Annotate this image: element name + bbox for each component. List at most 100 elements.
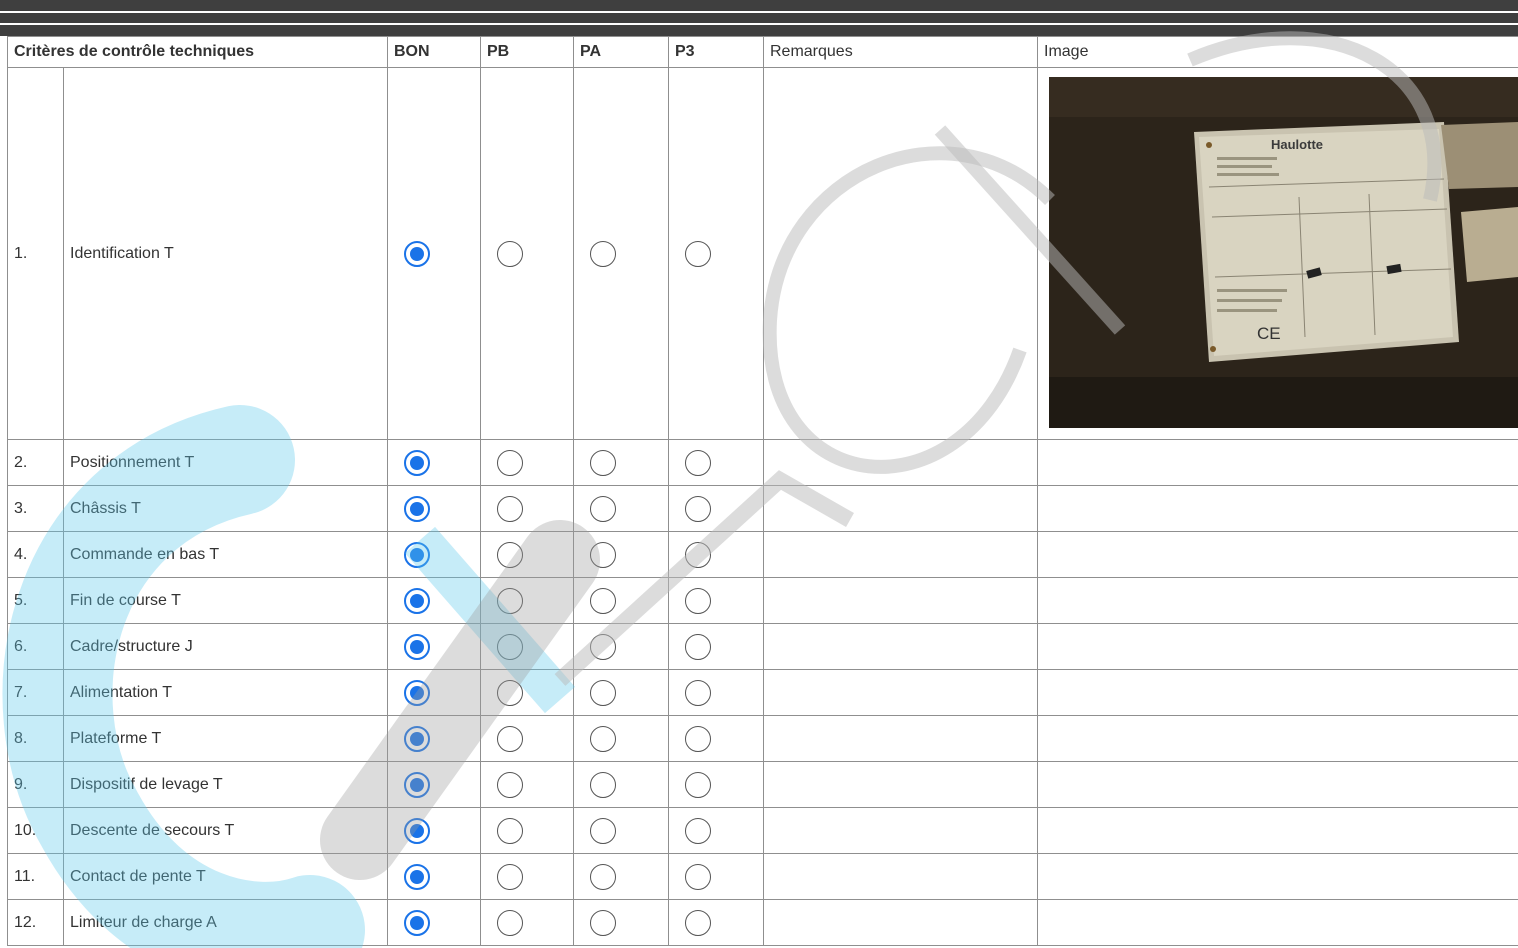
radio-bon[interactable]: [404, 633, 430, 660]
image-cell: [1037, 807, 1518, 854]
cell-pa: [573, 899, 669, 946]
radio-pa[interactable]: [590, 633, 616, 660]
radio-bon[interactable]: [404, 725, 430, 752]
radio-pb[interactable]: [497, 771, 523, 798]
remarks-cell[interactable]: [763, 577, 1038, 624]
radio-p3[interactable]: [685, 240, 711, 267]
radio-bon[interactable]: [404, 771, 430, 798]
cell-bon: [387, 853, 481, 900]
radio-pa[interactable]: [590, 817, 616, 844]
radio-pa[interactable]: [590, 771, 616, 798]
row-number: 7.: [7, 669, 64, 716]
image-cell: [1037, 715, 1518, 762]
remarks-cell[interactable]: [763, 853, 1038, 900]
remarks-cell[interactable]: [763, 715, 1038, 762]
radio-p3[interactable]: [685, 863, 711, 890]
radio-pa[interactable]: [590, 541, 616, 568]
cell-p3: [668, 669, 764, 716]
radio-p3[interactable]: [685, 909, 711, 936]
radio-bon[interactable]: [404, 240, 430, 267]
remarks-cell[interactable]: [763, 485, 1038, 532]
radio-p3[interactable]: [685, 679, 711, 706]
cell-bon: [387, 67, 481, 440]
radio-pa[interactable]: [590, 240, 616, 267]
radio-p3[interactable]: [685, 587, 711, 614]
radio-pb[interactable]: [497, 495, 523, 522]
radio-p3[interactable]: [685, 541, 711, 568]
row-number: 3.: [7, 485, 64, 532]
table-row: 5. Fin de course T: [7, 577, 1518, 624]
radio-bon[interactable]: [404, 817, 430, 844]
radio-p3[interactable]: [685, 817, 711, 844]
radio-bon[interactable]: [404, 587, 430, 614]
cell-bon: [387, 485, 481, 532]
remarks-cell[interactable]: [763, 439, 1038, 486]
radio-pb[interactable]: [497, 909, 523, 936]
radio-pb[interactable]: [497, 817, 523, 844]
cell-pb: [480, 577, 574, 624]
radio-pa[interactable]: [590, 679, 616, 706]
cell-pa: [573, 761, 669, 808]
cell-pa: [573, 715, 669, 762]
cell-bon: [387, 623, 481, 670]
criterion-label: Identification T: [63, 67, 388, 440]
radio-pb[interactable]: [497, 449, 523, 476]
radio-pb[interactable]: [497, 541, 523, 568]
radio-pb[interactable]: [497, 633, 523, 660]
cell-pb: [480, 485, 574, 532]
table-row: 2. Positionnement T: [7, 439, 1518, 486]
criterion-label: Limiteur de charge A: [63, 899, 388, 946]
image-cell: [1037, 623, 1518, 670]
radio-pb[interactable]: [497, 587, 523, 614]
image-cell: [1037, 899, 1518, 946]
remarks-cell[interactable]: [763, 761, 1038, 808]
table-header-row: Critères de contrôle techniques BON PB P…: [7, 36, 1518, 68]
remarks-cell[interactable]: [763, 531, 1038, 578]
radio-pb[interactable]: [497, 725, 523, 752]
radio-bon[interactable]: [404, 909, 430, 936]
radio-pb[interactable]: [497, 863, 523, 890]
radio-pa[interactable]: [590, 495, 616, 522]
remarks-cell[interactable]: [763, 807, 1038, 854]
radio-pa[interactable]: [590, 725, 616, 752]
radio-pb[interactable]: [497, 240, 523, 267]
radio-p3[interactable]: [685, 725, 711, 752]
radio-pa[interactable]: [590, 863, 616, 890]
image-cell: [1037, 485, 1518, 532]
radio-p3[interactable]: [685, 495, 711, 522]
radio-bon[interactable]: [404, 679, 430, 706]
remarks-cell[interactable]: [763, 67, 1038, 440]
radio-bon[interactable]: [404, 541, 430, 568]
table-row: 7. Alimentation T: [7, 669, 1518, 716]
image-cell: [1037, 853, 1518, 900]
row-number: 9.: [7, 761, 64, 808]
header-bar: [0, 25, 1518, 36]
criterion-label: Descente de secours T: [63, 807, 388, 854]
cell-p3: [668, 485, 764, 532]
remarks-cell[interactable]: [763, 669, 1038, 716]
radio-bon[interactable]: [404, 449, 430, 476]
cell-pb: [480, 623, 574, 670]
cell-pb: [480, 67, 574, 440]
radio-p3[interactable]: [685, 449, 711, 476]
header-remarks: Remarques: [763, 36, 1038, 68]
criterion-label: Positionnement T: [63, 439, 388, 486]
remarks-cell[interactable]: [763, 899, 1038, 946]
image-cell: [1037, 761, 1518, 808]
radio-pa[interactable]: [590, 449, 616, 476]
image-cell: [1037, 439, 1518, 486]
image-cell: [1037, 577, 1518, 624]
cell-bon: [387, 761, 481, 808]
cell-bon: [387, 715, 481, 762]
radio-p3[interactable]: [685, 771, 711, 798]
row-number: 11.: [7, 853, 64, 900]
radio-pa[interactable]: [590, 909, 616, 936]
radio-bon[interactable]: [404, 863, 430, 890]
radio-pa[interactable]: [590, 587, 616, 614]
header-criteria: Critères de contrôle techniques: [7, 36, 388, 68]
radio-p3[interactable]: [685, 633, 711, 660]
remarks-cell[interactable]: [763, 623, 1038, 670]
radio-pb[interactable]: [497, 679, 523, 706]
cell-pb: [480, 439, 574, 486]
radio-bon[interactable]: [404, 495, 430, 522]
